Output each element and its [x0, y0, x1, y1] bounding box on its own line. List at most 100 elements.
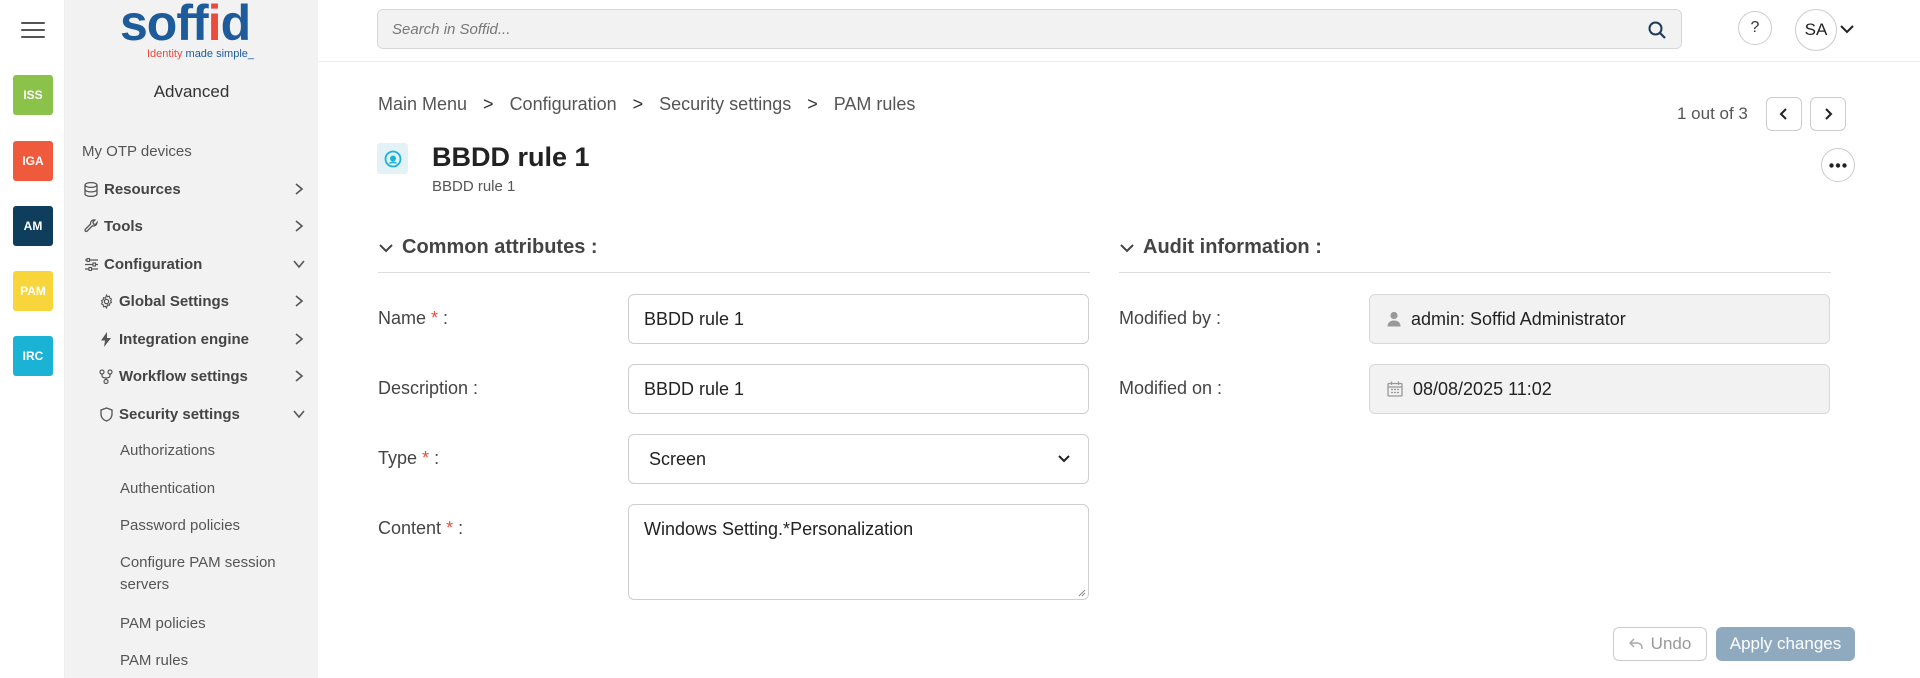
section-divider — [378, 272, 1090, 273]
avatar[interactable]: SA — [1795, 9, 1837, 51]
chevron-down-icon — [379, 243, 393, 252]
chevron-down-icon — [293, 260, 305, 269]
content-textarea[interactable]: Windows Setting.*Personalization — [628, 504, 1089, 600]
sidebar-item-authorizations[interactable]: Authorizations — [65, 433, 318, 469]
chevron-left-icon — [1779, 108, 1787, 120]
sidebar-item-label: PAM policies — [120, 615, 206, 632]
sidebar-item-label: Security settings — [119, 405, 240, 423]
sidebar-item-label: My OTP devices — [82, 142, 192, 160]
description-field[interactable]: BBDD rule 1 — [628, 364, 1089, 414]
wrench-icon — [82, 217, 100, 235]
modified-on-value: 08/08/2025 11:02 — [1413, 378, 1552, 399]
shield-icon — [97, 405, 115, 423]
sidebar-item-password-policies[interactable]: Password policies — [65, 508, 318, 544]
app-tile-pam[interactable]: PAM — [13, 271, 53, 311]
sidebar-item-pam-rules[interactable]: PAM rules — [65, 643, 318, 678]
breadcrumb-pam-rules[interactable]: PAM rules — [834, 94, 916, 115]
app-tile-iga[interactable]: IGA — [13, 141, 53, 181]
name-field[interactable]: BBDD rule 1 — [628, 294, 1089, 344]
sidebar: soffid Identity made simple_ Advanced My… — [65, 0, 318, 678]
chevron-down-icon — [1058, 455, 1070, 463]
sidebar-item-integration-engine[interactable]: Integration engine — [65, 321, 318, 357]
name-label: Name * : — [378, 308, 449, 328]
search-bar — [377, 9, 1682, 49]
help-button[interactable]: ? — [1738, 11, 1772, 45]
chevron-right-icon — [295, 220, 304, 232]
description-label: Description : — [378, 378, 479, 398]
section-title: Audit information : — [1143, 236, 1322, 258]
page-title: BBDD rule 1 — [432, 142, 590, 172]
workflow-icon — [97, 367, 115, 385]
app-rail: ISS IGA AM PAM IRC — [0, 0, 65, 678]
content-label: Content * : — [378, 518, 464, 538]
undo-button[interactable]: Undo — [1613, 627, 1707, 661]
sidebar-item-label: Global Settings — [119, 292, 230, 310]
sidebar-item-label: Password policies — [120, 517, 241, 534]
database-icon — [82, 180, 100, 198]
sidebar-item-label: PAM rules — [120, 652, 189, 669]
modified-by-field: admin: Soffid Administrator — [1369, 294, 1830, 344]
app-tile-irc[interactable]: IRC — [13, 336, 53, 376]
section-audit-information-header[interactable]: Audit information : — [1119, 236, 1322, 259]
app-tile-am[interactable]: AM — [13, 206, 53, 246]
chevron-down-icon — [1120, 243, 1134, 252]
sidebar-item-authentication[interactable]: Authentication — [65, 471, 318, 507]
modified-on-label: Modified on : — [1119, 378, 1223, 398]
chevron-right-icon — [295, 370, 304, 382]
gear-icon — [97, 292, 115, 310]
modified-on-field: 08/08/2025 11:02 — [1369, 364, 1830, 414]
modified-by-value: admin: Soffid Administrator — [1411, 308, 1626, 329]
type-label: Type * : — [378, 448, 440, 468]
sidebar-item-resources[interactable]: Resources — [65, 171, 318, 207]
chevron-down-icon[interactable] — [1838, 20, 1856, 38]
search-input[interactable] — [378, 10, 1628, 48]
modified-by-label: Modified by : — [1119, 308, 1222, 328]
apply-changes-button[interactable]: Apply changes — [1716, 627, 1855, 661]
logo-wordmark: soffid — [120, 0, 251, 51]
section-title: Common attributes : — [402, 236, 598, 258]
undo-icon — [1628, 638, 1643, 649]
search-icon[interactable] — [1647, 20, 1667, 40]
header-divider — [318, 61, 1920, 62]
soffid-logo[interactable]: soffid Identity made simple_ — [120, 0, 270, 64]
section-divider — [1119, 272, 1831, 273]
chevron-right-icon — [1825, 108, 1833, 120]
section-common-attributes-header[interactable]: Common attributes : — [378, 236, 598, 259]
sidebar-item-my-otp-devices[interactable]: My OTP devices — [65, 133, 318, 169]
sidebar-item-configuration[interactable]: Configuration — [65, 246, 318, 282]
breadcrumb-separator: > — [807, 94, 818, 114]
previous-button[interactable] — [1766, 97, 1802, 131]
breadcrumb-security-settings[interactable]: Security settings — [659, 94, 791, 115]
resize-handle-icon[interactable] — [1078, 589, 1086, 597]
pam-rule-icon — [377, 143, 408, 174]
more-dots-icon — [1829, 162, 1847, 168]
sidebar-item-label: Configuration — [104, 255, 203, 273]
chevron-right-icon — [295, 333, 304, 345]
breadcrumb-separator: > — [632, 94, 644, 114]
breadcrumb: Main Menu > Configuration > Security set… — [378, 94, 915, 115]
breadcrumb-main-menu[interactable]: Main Menu — [378, 94, 467, 115]
sidebar-item-global-settings[interactable]: Global Settings — [65, 283, 318, 319]
type-select-value: Screen — [649, 448, 707, 469]
pager-status: 1 out of 3 — [1677, 104, 1748, 123]
chevron-down-icon — [293, 410, 305, 419]
hamburger-menu-icon[interactable] — [21, 22, 45, 40]
sliders-icon — [82, 255, 100, 273]
next-button[interactable] — [1810, 97, 1846, 131]
sidebar-item-label: Authentication — [120, 480, 216, 497]
calendar-icon — [1387, 381, 1403, 397]
app-tile-iss[interactable]: ISS — [13, 75, 53, 115]
sidebar-item-label: Integration engine — [119, 330, 250, 348]
user-icon — [1387, 311, 1401, 327]
type-select[interactable]: Screen — [628, 434, 1089, 484]
sidebar-item-label: Resources — [104, 180, 181, 198]
sidebar-item-pam-policies[interactable]: PAM policies — [65, 606, 318, 642]
sidebar-item-workflow-settings[interactable]: Workflow settings — [65, 358, 318, 394]
sidebar-item-tools[interactable]: Tools — [65, 208, 318, 244]
sidebar-item-label: Authorizations — [120, 442, 216, 459]
page-subtitle: BBDD rule 1 — [432, 178, 516, 195]
more-actions-button[interactable] — [1821, 148, 1855, 182]
sidebar-item-configure-pam-session-servers[interactable]: Configure PAM session servers — [65, 552, 318, 598]
sidebar-item-security-settings[interactable]: Security settings — [65, 396, 318, 432]
breadcrumb-configuration[interactable]: Configuration — [510, 94, 617, 115]
